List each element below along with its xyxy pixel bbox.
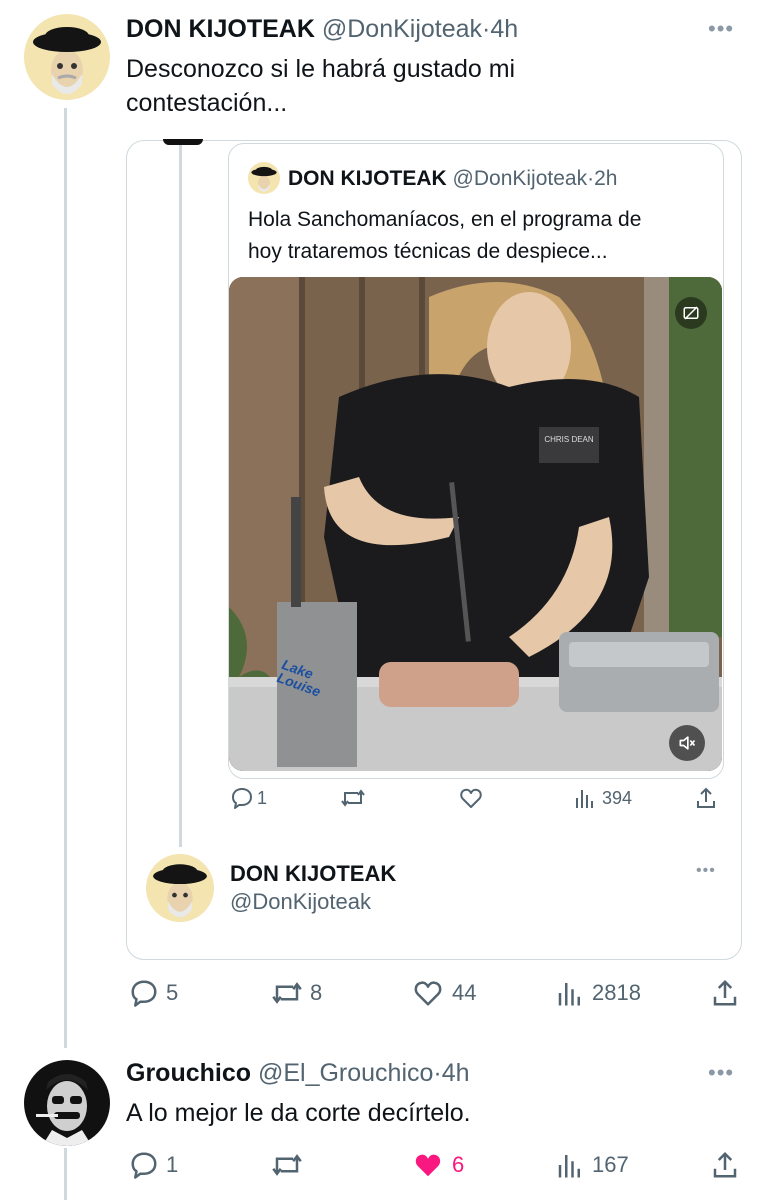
like-count: 44 [452, 980, 477, 1005]
author-handle[interactable]: @El_Grouchico [258, 1059, 433, 1087]
profile-card-avatar[interactable] [146, 854, 214, 922]
reply-button[interactable]: 1 [128, 1150, 178, 1180]
views-icon [558, 983, 580, 1006]
thread-line [64, 108, 67, 1048]
quoted-header: DON KIJOTEAK @DonKijoteak·2h [288, 166, 617, 192]
author-handle[interactable]: @DonKijoteak [322, 15, 482, 43]
don-quijote-avatar-icon [248, 162, 280, 194]
grouchico-avatar[interactable] [24, 1060, 110, 1146]
views-count: 394 [602, 787, 633, 808]
cropped-avatar [163, 139, 203, 145]
don-quijote-avatar-icon [146, 854, 214, 922]
reply-icon [131, 1152, 157, 1179]
quoted-views-button[interactable]: 394 [574, 786, 632, 810]
quoted-timestamp[interactable]: 2h [594, 167, 617, 190]
profile-card-info: DON KIJOTEAK @DonKijoteak [230, 860, 396, 916]
profile-card-name[interactable]: DON KIJOTEAK [230, 860, 396, 888]
quoted-avatar[interactable] [248, 162, 280, 194]
tweet-text: A lo mejor le da corte decírtelo. [126, 1099, 471, 1127]
more-options-icon[interactable]: ••• [708, 16, 734, 42]
don-quijote-avatar-icon [24, 14, 110, 100]
quoted-text-line: Hola Sanchomaníacos, en el programa de [248, 208, 642, 231]
tweet-header: Grouchico @El_Grouchico·4h [126, 1058, 470, 1088]
like-button[interactable]: 44 [412, 978, 476, 1008]
share-icon [713, 979, 737, 1006]
views-icon [558, 1155, 580, 1178]
avatar[interactable] [24, 14, 110, 100]
tweet-text: Desconozco si le habrá gustado mi contes… [126, 52, 515, 120]
views-icon [576, 790, 593, 808]
share-button[interactable] [710, 978, 740, 1008]
separator-dot: · [433, 1059, 442, 1087]
thread-line [64, 1148, 67, 1200]
like-count: 6 [452, 1152, 465, 1177]
author-name[interactable]: Grouchico [126, 1059, 251, 1087]
views-count: 2818 [592, 980, 641, 1005]
share-button[interactable] [710, 1150, 740, 1180]
tweet-text-line: Desconozco si le habrá gustado mi [126, 55, 516, 83]
tweet-text-line: contestación... [126, 89, 288, 117]
volume-muted-icon [679, 736, 696, 750]
like-button[interactable]: 6 [412, 1150, 464, 1180]
reply-count: 1 [257, 787, 268, 808]
captions-off-icon[interactable] [675, 297, 707, 329]
heart-icon [460, 788, 482, 808]
cc-icon [683, 306, 699, 320]
more-options-icon[interactable]: ••• [708, 1060, 734, 1086]
retweet-icon [272, 982, 302, 1004]
quoted-author-handle[interactable]: @DonKijoteak [453, 167, 588, 190]
timestamp[interactable]: 4h [442, 1059, 470, 1087]
video-player[interactable]: Lake Louise CHRIS DEAN [229, 277, 722, 771]
views-button[interactable]: 2818 [556, 978, 641, 1008]
retweet-button[interactable]: 8 [270, 978, 322, 1008]
shirt-print: CHRIS DEAN [544, 435, 594, 444]
author-name[interactable]: DON KIJOTEAK [126, 15, 315, 43]
groucho-avatar-icon [24, 1060, 110, 1146]
reply-count: 5 [166, 980, 179, 1005]
quoted-share-button[interactable] [694, 786, 718, 810]
quoted-text-line: hoy trataremos técnicas de despiece... [248, 240, 608, 263]
mute-button[interactable] [669, 725, 705, 761]
tweet-header: DON KIJOTEAK @DonKijoteak·4h [126, 14, 518, 44]
retweet-button[interactable] [270, 1150, 304, 1180]
views-count: 167 [592, 1152, 629, 1177]
timestamp[interactable]: 4h [490, 15, 518, 43]
video-frame [229, 277, 722, 771]
heart-filled-icon [415, 1154, 441, 1177]
heart-icon [414, 981, 442, 1006]
reply-icon [232, 788, 252, 809]
profile-card-handle[interactable]: @DonKijoteak [230, 888, 396, 916]
retweet-count: 8 [310, 980, 323, 1005]
share-icon [713, 1151, 737, 1178]
quoted-reply-button[interactable]: 1 [230, 786, 267, 810]
inner-thread-line [179, 145, 182, 847]
reply-icon [131, 980, 157, 1007]
quoted-author-name[interactable]: DON KIJOTEAK [288, 167, 447, 190]
retweet-icon [272, 1154, 302, 1176]
quoted-like-button[interactable] [458, 786, 484, 810]
quoted-retweet-button[interactable] [340, 786, 366, 810]
reply-button[interactable]: 5 [128, 978, 178, 1008]
reply-count: 1 [166, 1152, 179, 1177]
quoted-text: Hola Sanchomaníacos, en el programa de h… [248, 204, 641, 268]
retweet-icon [341, 789, 365, 807]
views-button[interactable]: 167 [556, 1150, 629, 1180]
more-options-icon[interactable]: ••• [696, 862, 716, 880]
share-icon [697, 787, 715, 808]
